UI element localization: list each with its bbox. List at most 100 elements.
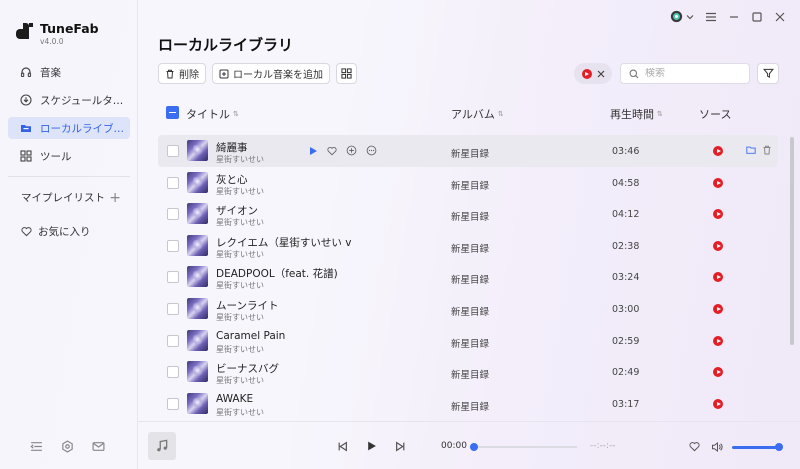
- track-title: ザイオン: [216, 205, 258, 218]
- youtube-music-source-icon: [713, 209, 723, 220]
- table-row[interactable]: 灰と心 星街すいせい 新星目録 04:58: [158, 167, 778, 199]
- track-title: レクイエム（星街すいせい ver.): [216, 236, 351, 249]
- table-row[interactable]: AWAKE 星街すいせい 新星目録 03:17: [158, 388, 778, 420]
- track-list: 綺麗事 星街すいせい 新星目録 03:46 灰と心 星街すいせい 新星目録 04…: [158, 135, 778, 419]
- row-checkbox[interactable]: [167, 271, 179, 284]
- track-duration: 03:24: [612, 272, 640, 284]
- youtube-music-source-icon: [713, 367, 723, 378]
- album-artwork: [187, 266, 208, 288]
- sidebar: TuneFab v4.0.0 音楽 スケジュールタ… ローカルライブ… ツール …: [0, 0, 138, 469]
- sidebar-item-tools[interactable]: ツール: [8, 145, 130, 167]
- heart-icon[interactable]: [327, 146, 337, 156]
- more-options-icon[interactable]: [366, 145, 377, 156]
- track-album: 新星目録: [451, 243, 490, 255]
- sidebar-item-label: ローカルライブ…: [40, 122, 124, 135]
- album-artwork: [187, 297, 208, 319]
- search-box[interactable]: [620, 63, 750, 84]
- row-checkbox[interactable]: [167, 366, 179, 379]
- grid-icon: [19, 149, 33, 163]
- youtube-music-icon: [581, 68, 592, 79]
- progress-handle[interactable]: [470, 443, 478, 451]
- funnel-icon: [762, 68, 774, 78]
- row-checkbox[interactable]: [167, 145, 179, 157]
- table-row[interactable]: 綺麗事 星街すいせい 新星目録 03:46: [158, 135, 778, 167]
- search-input[interactable]: [645, 68, 740, 79]
- sidebar-item-local-library[interactable]: ローカルライブ…: [8, 117, 130, 139]
- track-duration: 04:58: [612, 177, 640, 189]
- volume-handle[interactable]: [775, 443, 783, 451]
- grid-view-icon: [341, 68, 352, 79]
- row-checkbox[interactable]: [167, 397, 179, 410]
- row-checkbox[interactable]: [167, 334, 179, 347]
- progress-bar[interactable]: [470, 443, 577, 451]
- track-artist: 星街すいせい: [216, 281, 264, 291]
- row-checkbox[interactable]: [167, 239, 179, 252]
- table-header: タイトル ⇅ アルバム ⇅ 再生時間 ⇅ ソース: [158, 104, 788, 124]
- table-row[interactable]: DEADPOOL（feat. 花譜) 星街すいせい 新星目録 03:24: [158, 261, 778, 293]
- previous-track-icon[interactable]: [337, 441, 348, 452]
- account-menu[interactable]: [670, 10, 694, 23]
- play-icon[interactable]: [366, 440, 377, 452]
- column-header-album-label: アルバム: [451, 108, 495, 121]
- select-all-checkbox[interactable]: [166, 106, 179, 119]
- column-header-duration[interactable]: 再生時間 ⇅: [610, 106, 663, 122]
- source-filter-chip[interactable]: [574, 63, 612, 84]
- column-header-title[interactable]: タイトル ⇅: [186, 106, 239, 122]
- column-header-title-label: タイトル: [186, 108, 230, 121]
- mail-icon[interactable]: [92, 440, 105, 453]
- open-folder-icon[interactable]: [746, 145, 756, 155]
- search-icon: [629, 69, 639, 78]
- favorites-item[interactable]: お気に入り: [21, 224, 91, 239]
- trash-icon: [166, 69, 174, 78]
- favorite-heart-icon[interactable]: [689, 441, 700, 452]
- collapse-sidebar-icon[interactable]: [30, 440, 43, 453]
- track-artist: 星街すいせい: [216, 407, 264, 417]
- track-duration: 03:00: [612, 303, 640, 315]
- sidebar-item-music[interactable]: 音楽: [8, 61, 130, 83]
- now-playing-artwork: [148, 432, 176, 460]
- track-artist: 星街すいせい: [216, 218, 264, 228]
- close-icon[interactable]: [774, 11, 786, 23]
- track-artist: 星街すいせい: [216, 376, 264, 386]
- volume-icon[interactable]: [711, 441, 723, 453]
- player-bar: 00:00 --:--:--: [138, 421, 800, 469]
- my-playlist-section[interactable]: マイプレイリスト +: [21, 190, 121, 205]
- scrollbar[interactable]: [790, 137, 794, 345]
- row-checkbox[interactable]: [167, 302, 179, 315]
- row-checkbox[interactable]: [167, 176, 179, 189]
- track-title: ムーンライト: [216, 299, 279, 312]
- play-track-icon[interactable]: [308, 146, 318, 156]
- delete-button[interactable]: 削除: [158, 63, 206, 84]
- menu-icon[interactable]: [705, 11, 717, 23]
- youtube-music-source-icon: [713, 398, 723, 409]
- clear-filter-icon[interactable]: [597, 70, 605, 78]
- track-duration: 02:49: [612, 367, 640, 379]
- add-to-playlist-icon[interactable]: [346, 145, 357, 156]
- table-row[interactable]: ムーンライト 星街すいせい 新星目録 03:00: [158, 293, 778, 325]
- next-track-icon[interactable]: [395, 441, 406, 452]
- table-row[interactable]: ザイオン 星街すいせい 新星目録 04:12: [158, 198, 778, 230]
- row-checkbox[interactable]: [167, 208, 179, 221]
- column-header-album[interactable]: アルバム ⇅: [451, 106, 504, 122]
- sidebar-item-schedule[interactable]: スケジュールタ…: [8, 89, 130, 111]
- add-playlist-icon[interactable]: +: [109, 191, 121, 205]
- download-icon: [19, 93, 33, 107]
- sidebar-nav: 音楽 スケジュールタ… ローカルライブ… ツール: [8, 61, 130, 173]
- volume-slider[interactable]: [732, 443, 783, 451]
- track-title: ビーナスバグ: [216, 363, 279, 376]
- youtube-music-source-icon: [713, 335, 723, 346]
- trash-icon[interactable]: [762, 145, 772, 155]
- add-local-music-button[interactable]: ローカル音楽を追加: [212, 63, 330, 84]
- maximize-icon[interactable]: [751, 11, 763, 23]
- add-square-icon: [219, 69, 229, 78]
- table-row[interactable]: ビーナスバグ 星街すいせい 新星目録 02:49: [158, 356, 778, 388]
- table-row[interactable]: レクイエム（星街すいせい ver.) 星街すいせい 新星目録 02:38: [158, 230, 778, 262]
- view-toggle-button[interactable]: [336, 63, 357, 84]
- filter-button[interactable]: [757, 63, 779, 84]
- main-panel: ローカルライブラリ 削除 ローカル音楽を追加 タイトル ⇅ アルバム ⇅: [138, 0, 800, 469]
- track-title: AWAKE: [216, 392, 254, 405]
- table-row[interactable]: Caramel Pain 星街すいせい 新星目録 02:59: [158, 325, 778, 357]
- track-duration: 02:38: [612, 240, 640, 252]
- minimize-icon[interactable]: [728, 11, 740, 23]
- settings-icon[interactable]: [61, 440, 74, 453]
